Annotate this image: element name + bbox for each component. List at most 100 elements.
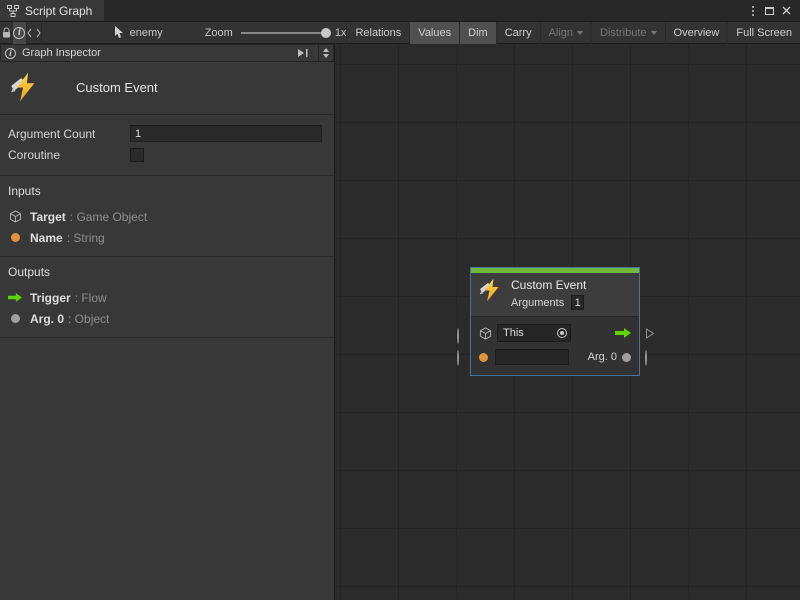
zoom-slider[interactable] <box>241 32 327 34</box>
arguments-label: Arguments <box>511 297 564 309</box>
graph-inspector-panel: i Graph Inspector Custom Event Argument … <box>0 44 335 600</box>
cursor-icon <box>114 26 125 39</box>
argument-count-row: Argument Count <box>8 123 322 144</box>
list-item: Trigger : Flow <box>8 287 324 308</box>
carry-button[interactable]: Carry <box>496 22 540 44</box>
dock-arrow-icon <box>297 48 309 58</box>
name-row: Arg. 0 <box>479 348 631 366</box>
port-name: Name <box>30 231 63 245</box>
green-arrow-icon <box>8 292 22 303</box>
distribute-dropdown[interactable]: Distribute <box>591 22 664 44</box>
node-body: This Arg. 0 <box>471 316 639 375</box>
graph-breadcrumb[interactable]: enemy <box>114 26 163 39</box>
info-icon: i <box>13 27 25 39</box>
port-name: Trigger <box>30 291 71 305</box>
toolbar-buttons: Relations Values Dim Carry Align Distrib… <box>346 22 800 44</box>
align-dropdown[interactable]: Align <box>540 22 591 44</box>
graph-canvas[interactable]: Custom Event Arguments 1 This <box>335 44 800 600</box>
inspector-header: i Graph Inspector <box>0 44 334 62</box>
flow-arrow-icon <box>615 327 631 339</box>
chevron-down-icon <box>651 31 657 35</box>
outputs-heading: Outputs <box>8 265 324 279</box>
arg0-label: Arg. 0 <box>588 351 617 363</box>
window-controls <box>744 0 800 21</box>
outputs-section: Outputs Trigger : Flow Arg. 0 : Object <box>0 257 334 338</box>
node-title: Custom Event <box>511 278 586 293</box>
inputs-heading: Inputs <box>8 184 324 198</box>
stepper-down-icon <box>323 54 329 58</box>
kebab-menu-icon <box>752 6 754 16</box>
list-item: Target : Game Object <box>8 206 324 227</box>
overview-button[interactable]: Overview <box>665 22 728 44</box>
code-icon <box>27 28 41 38</box>
custom-event-icon <box>479 278 503 310</box>
trigger-output-port[interactable] <box>645 328 655 339</box>
chevron-down-icon <box>577 31 583 35</box>
orange-dot-icon <box>8 233 22 242</box>
lock-button[interactable] <box>0 22 13 44</box>
inspector-title: Graph Inspector <box>22 47 101 59</box>
dim-button[interactable]: Dim <box>459 22 496 44</box>
graph-toolbar: i enemy Zoom 1x Relations Values Dim Car… <box>0 22 800 44</box>
node-header-text: Custom Event Arguments 1 <box>511 278 586 310</box>
target-input-port[interactable] <box>457 329 459 343</box>
argument-count-input[interactable] <box>130 125 322 142</box>
port-type: : Flow <box>75 291 107 305</box>
cube-icon <box>479 327 492 340</box>
port-type: : Game Object <box>70 210 147 224</box>
tab-script-graph[interactable]: Script Graph <box>0 0 104 21</box>
gray-dot-icon <box>622 353 631 362</box>
info-icon: i <box>5 48 16 59</box>
zoom-control: Zoom 1x <box>205 27 347 39</box>
fullscreen-button[interactable]: Full Screen <box>727 22 800 44</box>
zoom-slider-thumb[interactable] <box>321 28 331 38</box>
name-input-port[interactable] <box>457 351 459 365</box>
custom-event-icon <box>10 72 40 102</box>
values-button[interactable]: Values <box>409 22 459 44</box>
gray-dot-icon <box>8 314 22 323</box>
panel-stepper[interactable] <box>318 45 333 61</box>
cube-icon <box>8 210 22 223</box>
overview-label: Overview <box>674 27 720 39</box>
target-row: This <box>479 324 631 342</box>
list-item: Arg. 0 : Object <box>8 308 324 329</box>
maximize-button[interactable] <box>761 2 778 19</box>
port-name: Target <box>30 210 66 224</box>
tab-label: Script Graph <box>25 4 92 18</box>
node-header[interactable]: Custom Event Arguments 1 <box>471 273 639 316</box>
relations-button[interactable]: Relations <box>346 22 409 44</box>
script-graph-icon <box>7 5 19 17</box>
port-type: : String <box>67 231 105 245</box>
coroutine-label: Coroutine <box>8 148 130 162</box>
object-picker-icon[interactable] <box>557 328 567 338</box>
kebab-menu-button[interactable] <box>744 2 761 19</box>
argument-count-label: Argument Count <box>8 127 130 141</box>
target-dropdown[interactable]: This <box>497 324 571 342</box>
dock-panel-button[interactable] <box>294 45 312 61</box>
zoom-label: Zoom <box>205 27 233 39</box>
values-label: Values <box>418 27 451 39</box>
name-input[interactable] <box>495 349 569 365</box>
inputs-section: Inputs Target : Game Object Name : Strin… <box>0 176 334 257</box>
arg0-output-port[interactable] <box>645 351 647 365</box>
window-tab-bar: Script Graph <box>0 0 800 22</box>
relations-label: Relations <box>355 27 401 39</box>
orange-dot-icon <box>479 353 488 362</box>
close-button[interactable] <box>778 2 795 19</box>
dim-label: Dim <box>468 27 488 39</box>
event-header: Custom Event <box>0 62 334 115</box>
list-item: Name : String <box>8 227 324 248</box>
maximize-icon <box>765 7 774 15</box>
inspector-toggle-button[interactable]: i <box>13 22 26 44</box>
coroutine-checkbox[interactable] <box>130 148 144 162</box>
node-subtitle: Arguments 1 <box>511 295 586 310</box>
event-title: Custom Event <box>76 80 158 95</box>
target-value: This <box>503 327 553 339</box>
unity-script-graph-window: { "window": { "tab_label": "Script Graph… <box>0 0 800 600</box>
port-name: Arg. 0 <box>30 312 64 326</box>
align-label: Align <box>549 27 573 39</box>
fullscreen-label: Full Screen <box>736 27 792 39</box>
custom-event-node[interactable]: Custom Event Arguments 1 This <box>470 267 640 376</box>
code-view-button[interactable] <box>27 22 42 44</box>
graph-name-label: enemy <box>130 27 163 39</box>
